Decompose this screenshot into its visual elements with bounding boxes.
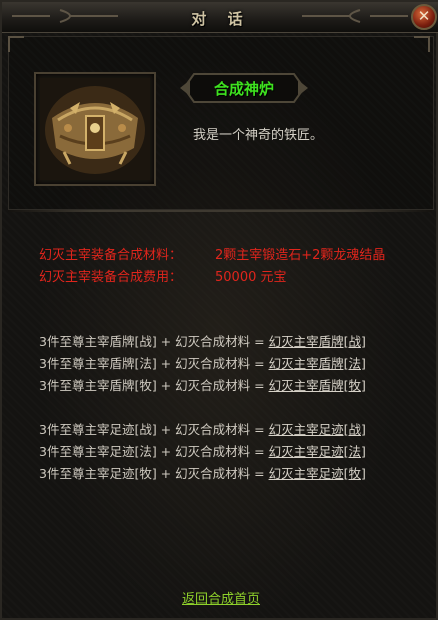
panel-corner-ornament bbox=[414, 36, 430, 52]
recipe-input: 3件至尊主宰盾牌[战] + 幻灭合成材料 = bbox=[39, 334, 269, 349]
recipe-input: 3件至尊主宰盾牌[法] + 幻灭合成材料 = bbox=[39, 356, 269, 371]
panel-corner-ornament bbox=[8, 36, 24, 52]
materials-label: 幻灭主宰装备合成材料： bbox=[39, 248, 183, 263]
materials-value: 2颗主宰锻造石+2颗龙魂结晶 bbox=[215, 248, 386, 263]
recipe-input: 3件至尊主宰足迹[牧] + 幻灭合成材料 = bbox=[39, 466, 269, 481]
close-button[interactable]: ✕ bbox=[411, 4, 437, 30]
npc-name: 合成神炉 bbox=[213, 80, 274, 98]
recipe-row: 3件至尊主宰足迹[牧] + 幻灭合成材料 = 幻灭主宰足迹[牧] bbox=[39, 463, 366, 482]
npc-portrait-frame bbox=[34, 72, 156, 186]
back-to-synthesis-home-link[interactable]: 返回合成首页 bbox=[2, 588, 438, 607]
recipe-result-link[interactable]: 幻灭主宰盾牌[法] bbox=[269, 356, 366, 371]
npc-dialog-window: 对 话 ✕ 合成神炉 我是一个神奇的铁匠。 幻灭主宰装备合成材料： 2颗主宰锻造… bbox=[0, 0, 438, 620]
recipe-row: 3件至尊主宰足迹[战] + 幻灭合成材料 = 幻灭主宰足迹[战] bbox=[39, 419, 366, 438]
recipe-result-link[interactable]: 幻灭主宰足迹[牧] bbox=[269, 466, 366, 481]
recipe-input: 3件至尊主宰足迹[战] + 幻灭合成材料 = bbox=[39, 422, 269, 437]
cost-label: 幻灭主宰装备合成费用： bbox=[39, 270, 183, 285]
title-bar[interactable]: 对 话 ✕ bbox=[2, 2, 438, 33]
close-icon: ✕ bbox=[417, 7, 431, 25]
recipe-row: 3件至尊主宰足迹[法] + 幻灭合成材料 = 幻灭主宰足迹[法] bbox=[39, 441, 366, 460]
recipe-row: 3件至尊主宰盾牌[法] + 幻灭合成材料 = 幻灭主宰盾牌[法] bbox=[39, 353, 366, 372]
recipe-result-link[interactable]: 幻灭主宰足迹[战] bbox=[269, 422, 366, 437]
recipe-result-link[interactable]: 幻灭主宰足迹[法] bbox=[269, 444, 366, 459]
forge-chest-portrait bbox=[40, 78, 150, 180]
cost-value: 50000 元宝 bbox=[215, 270, 287, 285]
recipe-result-link[interactable]: 幻灭主宰盾牌[牧] bbox=[269, 378, 366, 393]
recipe-row: 3件至尊主宰盾牌[战] + 幻灭合成材料 = 幻灭主宰盾牌[战] bbox=[39, 331, 366, 350]
recipe-input: 3件至尊主宰足迹[法] + 幻灭合成材料 = bbox=[39, 444, 269, 459]
npc-description: 我是一个神奇的铁匠。 bbox=[193, 128, 324, 143]
recipe-result-link[interactable]: 幻灭主宰盾牌[战] bbox=[269, 334, 366, 349]
section-divider bbox=[8, 210, 432, 212]
recipe-input: 3件至尊主宰盾牌[牧] + 幻灭合成材料 = bbox=[39, 378, 269, 393]
title-ornament-right bbox=[302, 9, 408, 23]
recipe-row: 3件至尊主宰盾牌[牧] + 幻灭合成材料 = 幻灭主宰盾牌[牧] bbox=[39, 375, 366, 394]
